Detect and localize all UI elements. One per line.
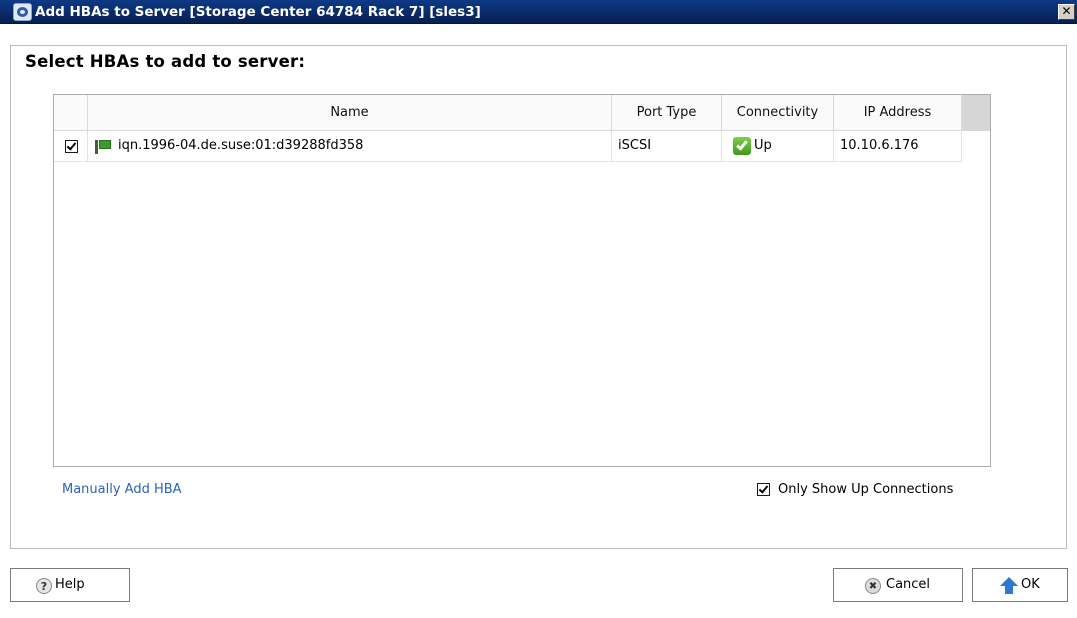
status-up-icon (733, 137, 751, 155)
table-header: Name Port Type Connectivity IP Address (54, 95, 990, 131)
ok-button[interactable]: OK (972, 568, 1068, 602)
column-header-name[interactable]: Name (88, 95, 612, 131)
hba-name: iqn.1996-04.de.suse:01:d39288fd358 (118, 138, 364, 153)
help-icon: ? (36, 578, 52, 594)
column-header-ip-address[interactable]: IP Address (834, 95, 962, 131)
dialog-heading: Select HBAs to add to server: (25, 52, 306, 71)
ip-address-cell: 10.10.6.176 (834, 131, 962, 161)
window-title: Add HBAs to Server [Storage Center 64784… (35, 4, 481, 20)
close-button[interactable]: ✕ (1058, 4, 1075, 20)
hba-table: Name Port Type Connectivity IP Address i… (53, 94, 991, 467)
table-row[interactable]: iqn.1996-04.de.suse:01:d39288fd358 iSCSI… (54, 131, 962, 162)
up-arrow-icon-stem (1005, 586, 1013, 594)
checkmark-icon (66, 140, 77, 151)
cancel-icon: ✖ (865, 578, 881, 594)
cancel-button-label: Cancel (886, 577, 931, 592)
column-header-port-type[interactable]: Port Type (612, 95, 722, 131)
connectivity-cell: Up (722, 131, 834, 161)
up-arrow-icon (1000, 577, 1018, 586)
name-cell: iqn.1996-04.de.suse:01:d39288fd358 (88, 131, 612, 161)
connectivity-status: Up (754, 138, 772, 153)
ok-button-label: OK (1021, 577, 1040, 592)
column-header-select[interactable] (54, 95, 88, 131)
column-header-connectivity[interactable]: Connectivity (722, 95, 834, 131)
port-type-cell: iSCSI (612, 131, 722, 161)
help-button[interactable]: ? Help (10, 568, 130, 602)
only-show-up-label: Only Show Up Connections (778, 482, 954, 497)
help-button-label: Help (55, 577, 85, 592)
cancel-button[interactable]: ✖ Cancel (833, 568, 963, 602)
title-bar: Add HBAs to Server [Storage Center 64784… (0, 0, 1077, 24)
manually-add-hba-link[interactable]: Manually Add HBA (62, 482, 182, 497)
only-show-up-checkbox[interactable] (757, 483, 770, 496)
column-header-filler (962, 95, 990, 131)
checkmark-icon (758, 483, 769, 494)
row-select-cell (54, 131, 88, 161)
row-select-checkbox[interactable] (65, 140, 78, 153)
app-icon (13, 3, 32, 21)
hba-card-icon (95, 140, 112, 154)
